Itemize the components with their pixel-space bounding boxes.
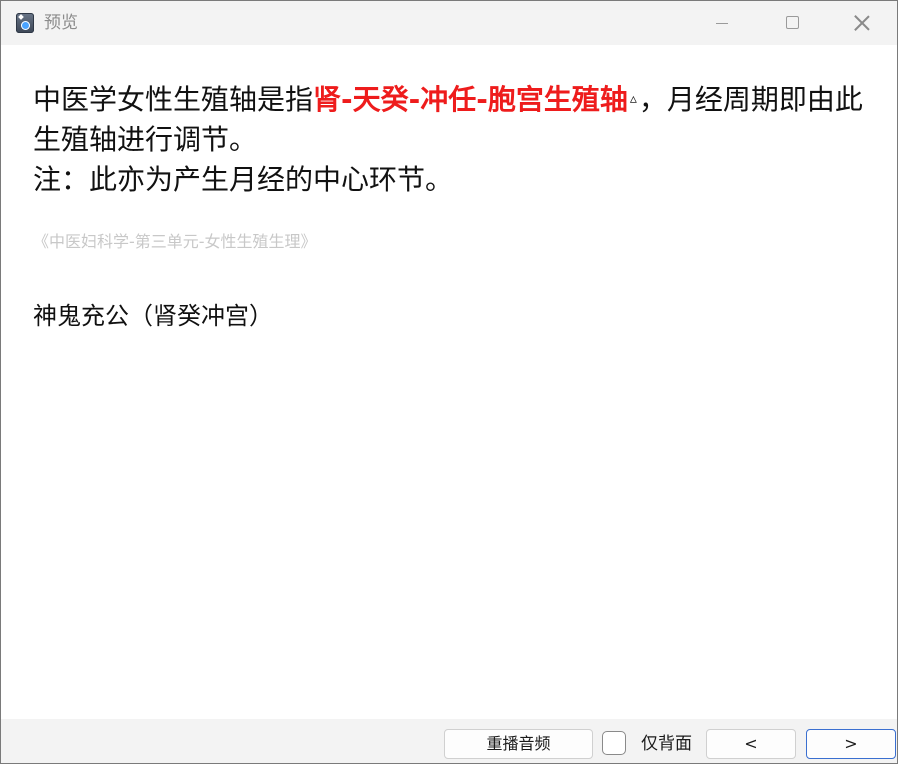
maximize-icon <box>786 16 799 29</box>
bottom-toolbar: 重播音频 仅背面 < > <box>1 719 897 763</box>
card-mnemonic: 神鬼充公（肾癸冲宫） <box>33 302 273 330</box>
app-star-icon <box>16 13 34 33</box>
title-bar[interactable]: 预览 <box>1 1 897 45</box>
card-highlight-term: 肾-天癸-冲任-胞宫生殖轴 <box>313 83 628 116</box>
triangle-marker-icon: ▵ <box>629 91 637 107</box>
previous-button[interactable]: < <box>706 729 796 759</box>
close-icon <box>853 14 871 32</box>
close-button[interactable] <box>839 1 885 45</box>
minimize-button[interactable] <box>699 1 745 45</box>
card-paragraph-2: 注：此亦为产生月经的中心环节。 <box>33 163 454 196</box>
window-title: 预览 <box>44 13 78 33</box>
minimize-icon <box>716 23 728 24</box>
card-paragraph-1: 中医学女性生殖轴是指肾-天癸-冲任-胞宫生殖轴 ▵，月经周期即由此生殖轴进行调节。 <box>33 79 873 160</box>
card-content: 中医学女性生殖轴是指肾-天癸-冲任-胞宫生殖轴 ▵，月经周期即由此生殖轴进行调节。… <box>1 45 897 719</box>
replay-audio-button[interactable]: 重播音频 <box>444 729 593 759</box>
app-icon-spark <box>18 14 24 20</box>
back-only-label[interactable]: 仅背面 <box>641 733 692 755</box>
card-main-text: 中医学女性生殖轴是指肾-天癸-冲任-胞宫生殖轴 ▵，月经周期即由此生殖轴进行调节。… <box>33 79 873 200</box>
card-source: 《中医妇科学-第三单元-女性生殖生理》 <box>33 232 317 251</box>
card-line1-prefix: 中医学女性生殖轴是指 <box>33 83 314 116</box>
app-icon-star <box>21 21 30 30</box>
back-only-checkbox[interactable] <box>602 731 626 755</box>
maximize-button[interactable] <box>769 1 815 45</box>
preview-window: 预览 中医学女性生殖轴是指肾-天癸-冲任-胞宫生殖轴 ▵，月经周期即由此生殖轴进行… <box>0 0 898 764</box>
next-button[interactable]: > <box>806 729 896 759</box>
